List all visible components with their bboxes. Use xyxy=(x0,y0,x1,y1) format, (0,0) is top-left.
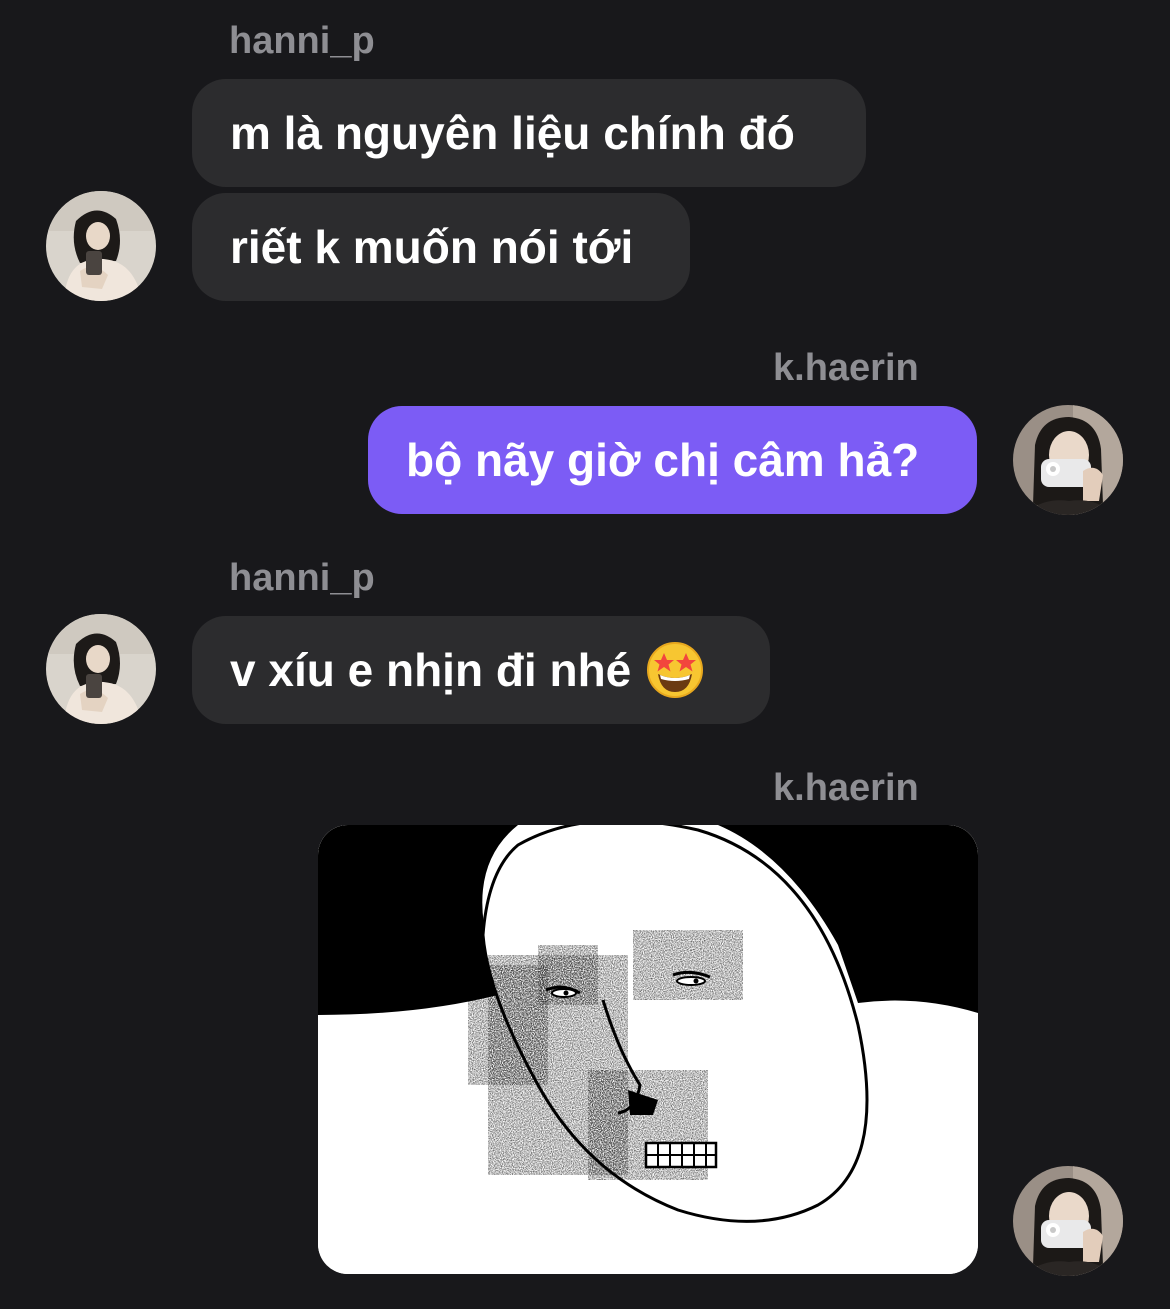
message-text: m là nguyên liệu chính đó xyxy=(230,107,795,159)
message-bubble-outgoing[interactable]: bộ nãy giờ chị câm hả? xyxy=(368,406,977,514)
message-bubble-incoming[interactable]: v xíu e nhịn đi nhé xyxy=(192,616,770,724)
avatar-haerin[interactable] xyxy=(1013,405,1123,515)
message-text: riết k muốn nói tới xyxy=(230,221,634,273)
message-bubble-incoming[interactable]: m là nguyên liệu chính đó xyxy=(192,79,866,187)
sender-name: k.haerin xyxy=(773,767,919,809)
sender-name: hanni_p xyxy=(229,20,375,62)
sender-name: k.haerin xyxy=(773,347,919,389)
message-bubble-incoming[interactable]: riết k muốn nói tới xyxy=(192,193,690,301)
star-struck-emoji xyxy=(645,640,705,700)
avatar-hanni[interactable] xyxy=(46,614,156,724)
sender-name: hanni_p xyxy=(229,557,375,599)
message-text: v xíu e nhịn đi nhé xyxy=(230,644,632,696)
message-text: bộ nãy giờ chị câm hả? xyxy=(406,434,920,486)
meme-face-drawing xyxy=(318,825,978,1274)
chat-thread: hanni_p m là nguyên liệu chính đó riết k… xyxy=(0,0,1170,1309)
avatar-hanni[interactable] xyxy=(46,191,156,301)
image-message[interactable] xyxy=(318,825,978,1274)
avatar-haerin[interactable] xyxy=(1013,1166,1123,1276)
